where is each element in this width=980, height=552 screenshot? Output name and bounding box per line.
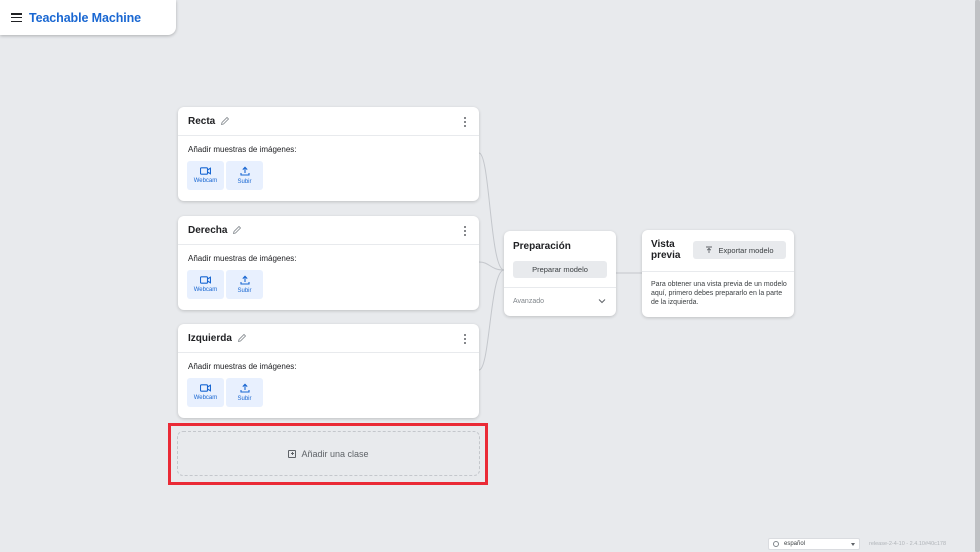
upload-label: Subir — [237, 179, 252, 185]
upload-icon — [239, 275, 250, 285]
caret-down-icon — [851, 542, 855, 546]
class-header: Izquierda — [178, 324, 479, 353]
class-header: Derecha — [178, 216, 479, 245]
upload-label: Subir — [237, 396, 252, 402]
scrollbar-track[interactable] — [975, 0, 980, 552]
webcam-label: Webcam — [193, 395, 218, 401]
language-select[interactable]: español — [768, 538, 860, 550]
export-upload-icon — [706, 246, 713, 253]
upload-icon — [239, 383, 250, 393]
video-camera-icon — [200, 167, 211, 175]
preview-card: Vista previa Exportar modelo Para obtene… — [642, 230, 794, 317]
webcam-button[interactable]: Webcam — [187, 378, 224, 407]
edit-pencil-icon[interactable] — [220, 116, 230, 126]
language-value: español — [784, 541, 806, 547]
upload-button[interactable]: Subir — [226, 161, 263, 190]
class-name[interactable]: Recta — [188, 116, 215, 127]
version-label: release-2-4-10 - 2.4.10#40c178 — [869, 541, 947, 547]
class-name[interactable]: Izquierda — [188, 333, 232, 344]
highlight-box — [168, 423, 488, 485]
connector-lines — [478, 152, 642, 371]
more-options-icon[interactable] — [463, 226, 466, 236]
globe-icon — [773, 541, 779, 547]
preview-description: Para obtener una vista previa de un mode… — [651, 281, 787, 306]
advanced-label[interactable]: Avanzado — [513, 298, 544, 305]
class-card-izquierda: Izquierda Añadir muestras de imágenes: W… — [178, 324, 479, 418]
chevron-down-icon[interactable] — [598, 297, 606, 305]
samples-label: Añadir muestras de imágenes: — [188, 362, 297, 371]
webcam-label: Webcam — [193, 287, 218, 293]
divider — [504, 287, 616, 288]
class-header: Recta — [178, 107, 479, 136]
preview-title: Vista previa — [651, 239, 681, 261]
upload-button[interactable]: Subir — [226, 270, 263, 299]
export-model-label: Exportar modelo — [718, 245, 774, 255]
video-camera-icon — [200, 384, 211, 392]
edit-pencil-icon[interactable] — [237, 333, 247, 343]
video-camera-icon — [200, 276, 211, 284]
train-model-button[interactable]: Preparar modelo — [513, 261, 607, 278]
training-card: Preparación Preparar modelo Avanzado — [504, 231, 616, 316]
more-options-icon[interactable] — [463, 334, 466, 344]
webcam-button[interactable]: Webcam — [187, 161, 224, 190]
upload-icon — [239, 166, 250, 176]
upload-button[interactable]: Subir — [226, 378, 263, 407]
export-model-button[interactable]: Exportar modelo — [693, 241, 786, 259]
edit-pencil-icon[interactable] — [232, 225, 242, 235]
training-title: Preparación — [513, 241, 571, 252]
upload-label: Subir — [237, 288, 252, 294]
class-name[interactable]: Derecha — [188, 225, 227, 236]
more-options-icon[interactable] — [463, 117, 466, 127]
samples-label: Añadir muestras de imágenes: — [188, 254, 297, 263]
samples-label: Añadir muestras de imágenes: — [188, 145, 297, 154]
webcam-label: Webcam — [193, 178, 218, 184]
class-card-recta: Recta Añadir muestras de imágenes: Webca… — [178, 107, 479, 201]
webcam-button[interactable]: Webcam — [187, 270, 224, 299]
class-card-derecha: Derecha Añadir muestras de imágenes: Web… — [178, 216, 479, 310]
divider — [642, 271, 794, 272]
scrollbar-thumb[interactable] — [975, 0, 980, 552]
